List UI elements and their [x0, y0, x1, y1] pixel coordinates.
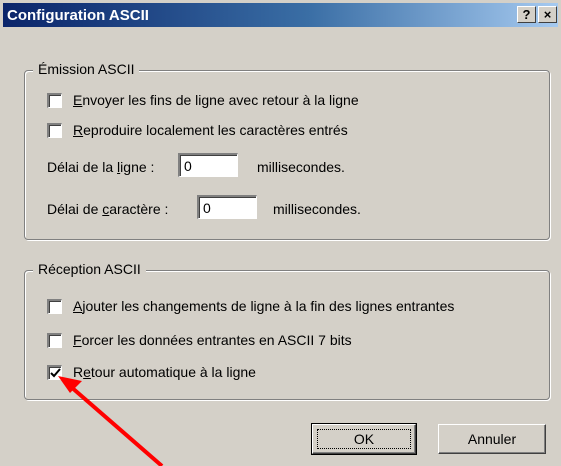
help-button[interactable]: ? [517, 6, 536, 23]
force-7bit-option[interactable]: Forcer les données entrantes en ASCII 7 … [47, 331, 527, 351]
title-bar[interactable]: Configuration ASCII ? × [3, 3, 558, 27]
reception-group-title: Réception ASCII [33, 261, 146, 277]
line-delay-unit: millisecondes. [257, 159, 345, 175]
force-7bit-checkbox[interactable] [47, 333, 62, 348]
line-delay-label: Délai de la ligne : [47, 159, 155, 175]
emission-group-title: Émission ASCII [33, 61, 140, 77]
append-line-feeds-checkbox[interactable] [47, 299, 62, 314]
line-delay-input[interactable]: 0 [178, 153, 238, 177]
cancel-button-label: Annuler [467, 431, 517, 447]
window-title: Configuration ASCII [7, 7, 149, 24]
append-line-feeds-label: Ajouter les changements de ligne à la fi… [73, 298, 455, 314]
wrap-lines-option[interactable]: Retour automatique à la ligne [47, 363, 527, 383]
char-delay-input[interactable]: 0 [197, 195, 257, 219]
focus-rectangle [317, 429, 411, 449]
echo-typed-option[interactable]: Reproduire localement les caractères ent… [47, 121, 527, 141]
force-7bit-label: Forcer les données entrantes en ASCII 7 … [73, 332, 352, 348]
configuration-ascii-dialog: Configuration ASCII ? × Émission ASCII E… [0, 0, 561, 466]
checkmark-icon [50, 368, 61, 378]
append-line-feeds-option[interactable]: Ajouter les changements de ligne à la fi… [47, 297, 543, 317]
char-delay-unit: millisecondes. [273, 201, 361, 217]
emission-group: Émission ASCII Envoyer les fins de ligne… [24, 61, 550, 240]
reception-group: Réception ASCII Ajouter les changements … [24, 261, 550, 400]
cancel-button[interactable]: Annuler [438, 424, 546, 454]
send-line-ends-checkbox[interactable] [47, 93, 62, 108]
echo-typed-label: Reproduire localement les caractères ent… [73, 122, 348, 138]
ok-button[interactable]: OK [311, 423, 417, 455]
echo-typed-checkbox[interactable] [47, 123, 62, 138]
send-line-ends-label: Envoyer les fins de ligne avec retour à … [73, 92, 359, 108]
close-button[interactable]: × [538, 6, 557, 23]
wrap-lines-checkbox[interactable] [47, 365, 62, 380]
char-delay-label: Délai de caractère : [47, 201, 169, 217]
send-line-ends-option[interactable]: Envoyer les fins de ligne avec retour à … [47, 91, 527, 111]
wrap-lines-label: Retour automatique à la ligne [73, 364, 256, 380]
